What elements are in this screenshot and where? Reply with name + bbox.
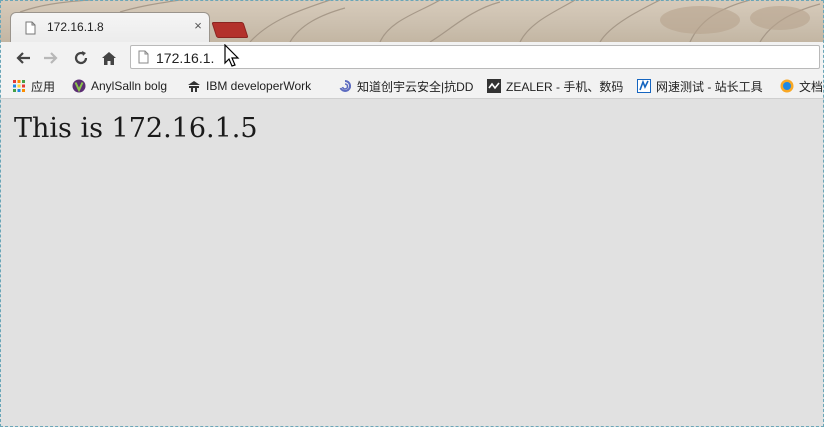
page-icon	[138, 50, 149, 64]
page-body-text: This is 172.16.1.5	[14, 113, 258, 144]
doc-icon	[780, 79, 794, 93]
bookmark-label: 网速测试 - 站长工具	[656, 79, 763, 94]
tab-title: 172.16.1.8	[47, 20, 104, 34]
mouse-cursor-icon	[224, 44, 240, 67]
close-icon[interactable]: ×	[191, 19, 205, 33]
bookmark-apps[interactable]: 应用	[12, 78, 62, 94]
home-button[interactable]	[98, 48, 120, 68]
bookmark-label: 应用	[31, 79, 56, 94]
bookmark-label: 知道创宇云安全|抗DD	[357, 79, 474, 94]
bookmark-label: ZEALER - 手机、数码	[506, 79, 623, 94]
bookmark-label: 文档	[799, 79, 824, 94]
bookmark-anylsalln[interactable]: AnylSalln bolg	[72, 78, 180, 94]
browser-tab[interactable]: 172.16.1.8 ×	[10, 12, 210, 42]
reload-button[interactable]	[70, 48, 92, 68]
bookmark-ibm[interactable]: IBM developerWork	[187, 78, 327, 94]
tab-strip: 172.16.1.8 ×	[0, 0, 824, 42]
bookmark-label: AnylSalln bolg	[91, 79, 168, 93]
page-icon	[25, 21, 36, 35]
browser-toolbar: 172.16.1.	[0, 42, 824, 75]
bookmark-speedtest[interactable]: 网速测试 - 站长工具	[637, 78, 769, 94]
bookmark-knownsec[interactable]: 知道创宇云安全|抗DD	[338, 78, 476, 94]
home-icon	[102, 51, 116, 65]
reload-icon	[74, 51, 88, 65]
bookmark-zealer[interactable]: ZEALER - 手机、数码	[487, 78, 623, 94]
bookmarks-bar: 应用 AnylSalln bolg IBM developerWork 知道创宇…	[0, 74, 824, 99]
forward-button[interactable]	[40, 48, 62, 68]
zealer-icon	[487, 79, 501, 93]
back-button[interactable]	[12, 48, 34, 68]
apps-grid-icon	[13, 80, 25, 92]
ibm-icon	[188, 81, 200, 92]
cloud-swirl-icon	[339, 79, 352, 92]
v-logo-icon	[72, 79, 86, 93]
bookmark-label: IBM developerWork	[206, 79, 312, 93]
back-arrow-icon	[16, 52, 30, 64]
speedtest-icon	[637, 79, 651, 93]
forward-arrow-icon	[44, 52, 58, 64]
bookmark-docs[interactable]: 文档	[780, 78, 824, 94]
new-tab-button[interactable]	[211, 22, 249, 38]
address-text: 172.16.1.	[156, 50, 215, 66]
